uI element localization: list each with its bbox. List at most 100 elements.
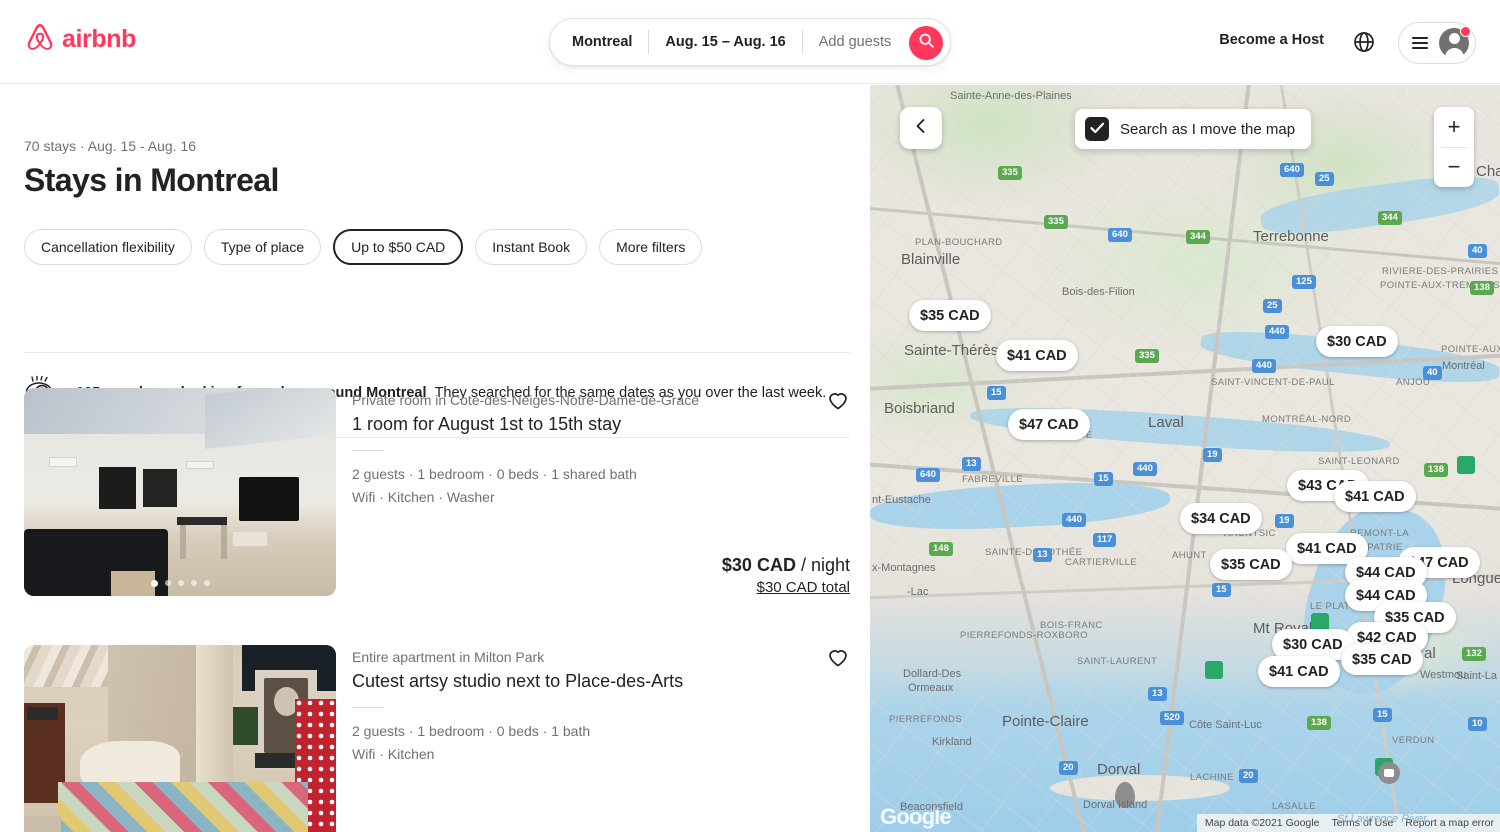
map-price-pin[interactable]: $41 CAD: [1334, 481, 1416, 512]
map-label: Côte Saint-Luc: [1189, 719, 1262, 731]
map-price-pin[interactable]: $47 CAD: [1008, 409, 1090, 440]
map-road-shield: 440: [1133, 462, 1157, 476]
listing-capacity: 2 guests · 1 bedroom · 0 beds · 1 shared…: [352, 466, 637, 483]
map-road-shield: 520: [1160, 711, 1184, 725]
map-label: al: [1424, 645, 1436, 662]
globe-icon[interactable]: [1352, 30, 1376, 54]
map-road-shield: 344: [1378, 211, 1402, 225]
listing-price: $30 CAD / night: [722, 555, 850, 576]
map-poi-icon[interactable]: [1457, 456, 1475, 474]
map-label: LASALLE: [1272, 801, 1316, 812]
listing-title[interactable]: Cutest artsy studio next to Place-des-Ar…: [352, 670, 850, 693]
page-title: Stays in Montreal: [24, 162, 279, 198]
map-label: SAINT-LAURENT: [1077, 656, 1158, 667]
search-bar[interactable]: Montreal Aug. 15 – Aug. 16 Add guests: [549, 18, 951, 66]
map-label: CARTIERVILLE: [1065, 557, 1138, 568]
listing-photo-image: [24, 388, 336, 596]
listing-photo[interactable]: [24, 645, 336, 832]
search-submit-button[interactable]: [909, 26, 943, 60]
become-a-host-link[interactable]: Become a Host: [1219, 32, 1324, 48]
filter-chip-cancellation-flexibility[interactable]: Cancellation flexibility: [24, 229, 192, 265]
map-label: Montréal: [1442, 360, 1485, 372]
map-poi-icon[interactable]: [1205, 661, 1223, 679]
listing-card[interactable]: Private room in Cote-des-Neiges-Notre-Da…: [24, 388, 850, 596]
search-icon: [919, 33, 934, 53]
map-price-pin[interactable]: $34 CAD: [1180, 503, 1262, 534]
search-guests[interactable]: Add guests: [803, 34, 908, 50]
photo-carousel-dots[interactable]: [24, 580, 336, 587]
map-price-pin[interactable]: $30 CAD: [1316, 326, 1398, 357]
map-road-shield: 138: [1470, 281, 1494, 295]
listing-info: Private room in Cote-des-Neiges-Notre-Da…: [352, 388, 850, 596]
user-menu-button[interactable]: [1398, 22, 1476, 64]
map-road-shield: 344: [1186, 230, 1210, 244]
map-zoom-in-button[interactable]: +: [1434, 107, 1474, 147]
map-price-pin[interactable]: $41 CAD: [996, 340, 1078, 371]
filter-chip-type-of-place[interactable]: Type of place: [203, 229, 322, 265]
map-label: St Lawrence River: [1337, 813, 1427, 825]
map-label: Laval: [1148, 414, 1184, 431]
map-road-shield: 15: [1212, 583, 1231, 597]
heart-outline-icon[interactable]: [826, 388, 850, 412]
chevron-left-icon: [913, 118, 929, 139]
map-road-shield: 125: [1292, 275, 1316, 289]
listing-card[interactable]: Entire apartment in Milton Park Cutest a…: [24, 645, 850, 832]
search-dates[interactable]: Aug. 15 – Aug. 16: [649, 34, 801, 50]
search-as-move-label: Search as I move the map: [1120, 120, 1296, 138]
search-as-i-move-toggle[interactable]: Search as I move the map: [1075, 109, 1312, 149]
map-price-pin[interactable]: $35 CAD: [1341, 644, 1423, 675]
map-label: SAINT-LEONARD: [1318, 456, 1400, 467]
airbnb-logo[interactable]: airbnb: [24, 22, 136, 56]
map-price-pin[interactable]: $35 CAD: [1210, 549, 1292, 580]
map-label: x-Montagnes: [872, 562, 936, 574]
heart-outline-icon[interactable]: [826, 645, 850, 669]
map-label: -Lac: [907, 586, 929, 598]
map-road-shield: 335: [998, 166, 1022, 180]
map-label: Ormeaux: [908, 682, 954, 694]
search-as-move-checkbox[interactable]: [1085, 117, 1109, 141]
listing-info: Entire apartment in Milton Park Cutest a…: [352, 645, 850, 832]
listing-price-unit: / night: [800, 555, 850, 575]
map-label: Char: [1476, 163, 1500, 180]
map-road-shield: 20: [1059, 761, 1078, 775]
map-photo-poi-icon[interactable]: [1378, 762, 1400, 784]
map-price-pin[interactable]: $41 CAD: [1258, 656, 1340, 687]
airbnb-logo-icon: [24, 22, 56, 56]
map-price-pin[interactable]: $35 CAD: [909, 300, 991, 331]
map-zoom-controls[interactable]: + −: [1434, 107, 1474, 187]
map-road-shield: 640: [1280, 163, 1304, 177]
map-road-shield: 20: [1239, 769, 1258, 783]
map-road-shield: 19: [1275, 514, 1294, 528]
filter-chip-price[interactable]: Up to $50 CAD: [333, 229, 464, 265]
map-panel[interactable]: Search as I move the map + − Google Map …: [870, 85, 1500, 832]
checkmark-icon: [1089, 121, 1105, 138]
map-road-shield: 138: [1424, 463, 1448, 477]
map-label: SAINT-VINCENT-DE-PAUL: [1211, 377, 1335, 388]
map-label: MONTRÉAL-NORD: [1262, 414, 1352, 425]
map-back-button[interactable]: [900, 107, 942, 149]
listing-photo-image: [24, 645, 336, 832]
map-road-shield: 440: [1062, 513, 1086, 527]
map-road-shield: 13: [1148, 687, 1167, 701]
map-road-shield: 40: [1423, 366, 1442, 380]
map-label: FABREVILLE: [962, 474, 1024, 485]
map-label: VERDUN: [1392, 735, 1435, 746]
listing-amenities: Wifi · Kitchen: [352, 746, 435, 763]
listing-title[interactable]: 1 room for August 1st to 15th stay: [352, 413, 850, 436]
listing-rule: [352, 707, 384, 709]
divider-top: [24, 352, 850, 353]
listing-rule: [352, 450, 384, 452]
map-label: Blainville: [901, 251, 961, 268]
map-road-shield: 335: [1135, 349, 1159, 363]
map-zoom-out-button[interactable]: −: [1434, 148, 1474, 188]
hamburger-icon: [1412, 37, 1428, 49]
search-location[interactable]: Montreal: [550, 34, 648, 50]
filter-chip-instant-book[interactable]: Instant Book: [475, 229, 588, 265]
map-road-shield: 640: [916, 468, 940, 482]
listing-total-price[interactable]: $30 CAD total: [722, 579, 850, 596]
map-label: AHUNT: [1172, 550, 1207, 561]
filter-chip-more-filters[interactable]: More filters: [599, 229, 703, 265]
filter-chips: Cancellation flexibility Type of place U…: [24, 229, 703, 265]
listing-photo[interactable]: [24, 388, 336, 596]
map-road-shield: 440: [1252, 359, 1276, 373]
